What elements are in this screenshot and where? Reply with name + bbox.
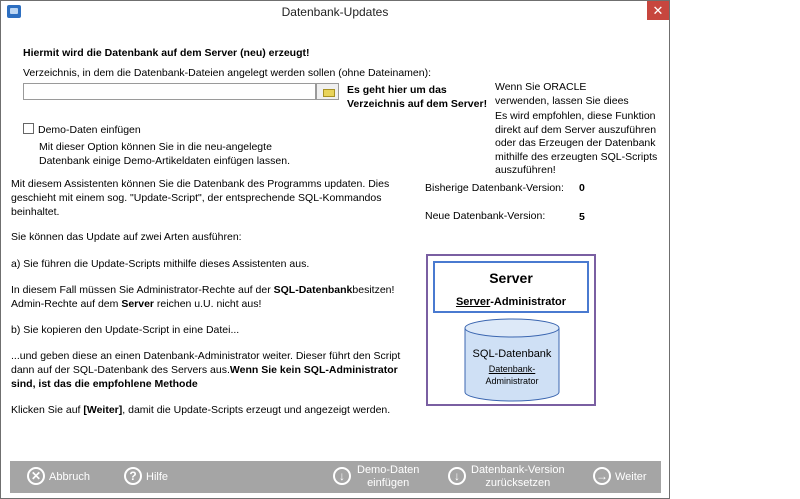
help-button[interactable]: ? Hilfe [122,461,182,493]
new-version-label: Neue Datenbank-Version: [425,210,546,222]
dialog-window: Datenbank-Updates ✕ Hiermit wird die Dat… [0,0,670,499]
rights-text: In diesem Fall müssen Sie Administrator-… [11,284,395,310]
current-version-label: Bisherige Datenbank-Version: [425,182,564,194]
server-title: Server [489,270,533,286]
cancel-button[interactable]: ✕ Abbruch [25,461,95,493]
server-admin-label: Server-Administrator [455,296,567,308]
download-icon: ↓ [333,467,351,485]
folder-icon [323,89,335,97]
demo-data-checkbox-row[interactable]: Demo-Daten einfügen [23,123,141,136]
arrow-right-icon: → [593,467,611,485]
insert-demo-data-button[interactable]: ↓ Demo-Daten einfügen [331,461,426,493]
database-cylinder-icon [464,318,560,402]
window-title: Datenbank-Updates [281,5,389,19]
footer-toolbar: ✕ Abbruch ? Hilfe ↓ Demo-Daten einfügen ↓… [10,461,661,493]
current-version-value: 0 [579,182,585,194]
browse-folder-button[interactable] [316,83,339,100]
title-bar: Datenbank-Updates ✕ [1,1,669,23]
demo-data-checkbox[interactable] [23,123,34,134]
cancel-icon: ✕ [27,467,45,485]
option-b-text: b) Sie kopieren den Update-Script in ein… [11,324,240,336]
oracle-note: Wenn Sie ORACLE verwenden, lassen Sie di… [495,81,658,173]
server-directory-note: Es geht hier um das Verzeichnis auf dem … [347,84,488,110]
server-box: Server Server-Administrator [433,261,589,313]
new-version-value: 5 [579,211,585,223]
next-button[interactable]: → Weiter [591,461,656,493]
forward-text: ...und geben diese an einen Datenbank-Ad… [11,350,401,390]
option-a-text: a) Sie führen die Update-Scripts mithilf… [11,258,310,270]
close-button[interactable]: ✕ [647,1,669,20]
db-admin-label: Datenbank- Administrator [485,364,539,386]
create-heading: Hiermit wird die Datenbank auf dem Serve… [23,47,310,59]
server-diagram: Server Server-Administrator SQL-Datenban… [426,254,596,406]
sql-database-label: SQL-Datenbank [472,348,552,360]
directory-label: Verzeichnis, in dem die Datenbank-Dateie… [23,67,431,79]
directory-input[interactable] [23,83,316,100]
ways-text: Sie können das Update auf zwei Arten aus… [11,231,242,243]
intro-text: Mit diesem Assistenten können Sie die Da… [11,178,390,218]
help-icon: ? [124,467,142,485]
demo-data-description: Mit dieser Option können Sie in die neu-… [39,141,290,167]
reset-db-version-button[interactable]: ↓ Datenbank-Version zurücksetzen [446,461,568,493]
demo-data-checkbox-label: Demo-Daten einfügen [38,124,141,136]
download-icon: ↓ [448,467,466,485]
click-next-text: Klicken Sie auf [Weiter], damit die Upda… [11,404,391,416]
